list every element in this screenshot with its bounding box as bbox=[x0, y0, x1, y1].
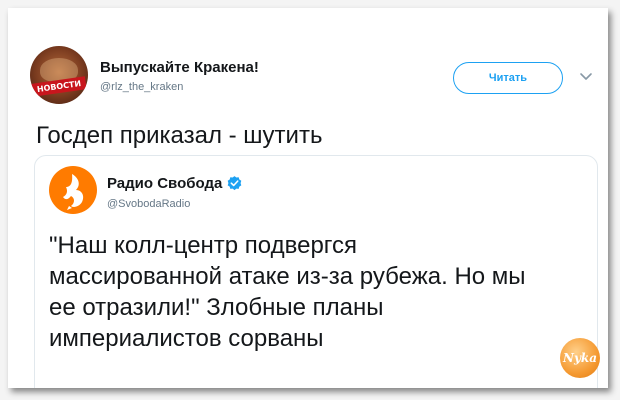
site-watermark-logo: Nyka bbox=[560, 338, 600, 378]
radio-svoboda-logo[interactable] bbox=[49, 166, 97, 214]
quoted-tweet[interactable]: Радио Свобода @SvobodaRadio "Наш колл-це… bbox=[34, 155, 598, 388]
verified-badge-icon bbox=[228, 176, 242, 191]
author-display-name[interactable]: Выпускайте Кракена! bbox=[100, 59, 259, 76]
author-handle[interactable]: @rlz_the_kraken bbox=[100, 81, 183, 93]
tweet-text: Госдеп приказал - шутить bbox=[36, 122, 323, 149]
quoted-tweet-text: "Наш колл-центр подвергся массированной … bbox=[49, 230, 589, 354]
tweet-card: НОВОСТИ Выпускайте Кракена! @rlz_the_kra… bbox=[8, 8, 608, 388]
quoted-text-line: "Наш колл-центр подвергся bbox=[49, 232, 358, 259]
quoted-author-handle[interactable]: @SvobodaRadio bbox=[107, 198, 190, 210]
quoted-author-name[interactable]: Радио Свобода bbox=[107, 175, 243, 192]
avatar-ribbon: НОВОСТИ bbox=[31, 76, 87, 97]
quoted-text-line: массированной атаке из-за рубежа. Но мы bbox=[49, 263, 526, 290]
quoted-text-line: ее отразили!" Злобные планы bbox=[49, 294, 384, 321]
radio-svoboda-flame-icon bbox=[63, 174, 84, 210]
quoted-text-line: империалистов сорваны bbox=[49, 325, 324, 352]
quoted-display-name: Радио Свобода bbox=[107, 175, 223, 192]
follow-button[interactable]: Читать bbox=[453, 62, 563, 94]
author-avatar[interactable]: НОВОСТИ bbox=[30, 46, 88, 104]
chevron-down-icon[interactable] bbox=[578, 70, 594, 84]
